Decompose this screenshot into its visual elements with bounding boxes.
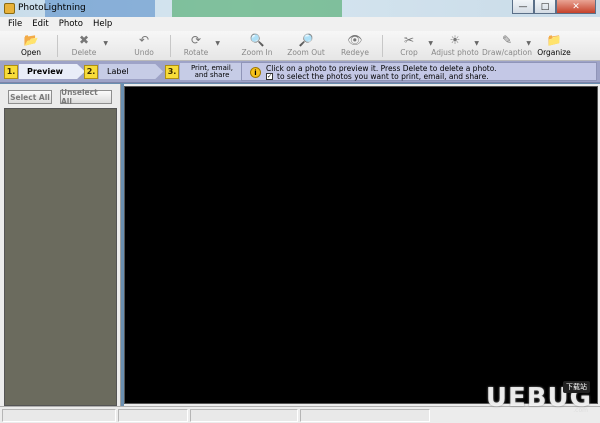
chevron-down-icon[interactable]: ▼ — [526, 40, 531, 47]
info-panel: i Click on a photo to preview it. Press … — [241, 62, 597, 81]
main-area — [124, 84, 600, 406]
step-preview[interactable]: 1. Preview — [4, 63, 85, 80]
rotate-button[interactable]: ⟳ Rotate ▼ — [174, 33, 220, 57]
zoom-in-button[interactable]: 🔍 Zoom In — [235, 33, 279, 57]
undo-icon: ↶ — [138, 33, 150, 47]
zoom-out-button[interactable]: 🔎 Zoom Out — [284, 33, 328, 57]
info-text-line2: ✓ to select the photos you want to print… — [266, 72, 489, 81]
undo-button[interactable]: ↶ Undo — [122, 33, 166, 57]
zoom-in-icon: 🔍 — [249, 33, 265, 47]
status-cell — [190, 409, 298, 422]
status-cell — [300, 409, 430, 422]
menu-file[interactable]: File — [3, 19, 27, 29]
adjust-photo-icon: ☀ — [449, 33, 461, 47]
redeye-icon: 👁 — [347, 33, 363, 47]
menu-photo[interactable]: Photo — [54, 19, 88, 29]
organize-icon: 📁 — [546, 33, 562, 47]
window-title: PhotoLightning — [18, 3, 86, 13]
background-banner — [172, 0, 342, 17]
rotate-icon: ⟳ — [190, 33, 202, 47]
chevron-down-icon[interactable]: ▼ — [103, 40, 108, 47]
thumbnail-panel: Select All Unselect All — [0, 84, 121, 406]
open-button[interactable]: 📂 Open — [9, 33, 53, 57]
select-all-button[interactable]: Select All — [8, 90, 52, 104]
minimize-button[interactable]: — — [512, 0, 534, 14]
menu-bar: File Edit Photo Help — [0, 17, 600, 31]
checkbox-icon: ✓ — [266, 73, 273, 80]
step-bar: 1. Preview 2. Label 3. Print, email, and… — [0, 61, 600, 83]
unselect-all-button[interactable]: Unselect All — [60, 88, 112, 106]
maximize-button[interactable]: □ — [534, 0, 556, 14]
redeye-button[interactable]: 👁 Redeye — [333, 33, 377, 57]
close-button[interactable]: ✕ — [556, 0, 596, 14]
chevron-down-icon[interactable]: ▼ — [474, 40, 479, 47]
info-icon: i — [250, 67, 261, 78]
step-label[interactable]: 2. Label — [84, 63, 163, 80]
delete-button[interactable]: ✖ Delete ▼ — [62, 33, 108, 57]
photo-preview[interactable] — [124, 86, 598, 404]
watermark-logo: UEBUG 下载站 .com — [485, 381, 592, 414]
crop-icon: ✂ — [403, 33, 415, 47]
title-bar: PhotoLightning — □ ✕ — [0, 0, 600, 17]
zoom-out-icon: 🔎 — [298, 33, 314, 47]
thumbnail-list[interactable] — [4, 108, 117, 406]
menu-edit[interactable]: Edit — [27, 19, 53, 29]
status-cell — [2, 409, 116, 422]
delete-x-icon: ✖ — [78, 33, 90, 47]
menu-help[interactable]: Help — [88, 19, 117, 29]
status-cell — [118, 409, 188, 422]
step-print-email-share[interactable]: 3. Print, email, and share — [165, 63, 250, 80]
draw-caption-icon: ✎ — [501, 33, 513, 47]
organize-button[interactable]: 📁 Organize — [532, 33, 576, 57]
adjust-photo-button[interactable]: ☀ Adjust photo ▼ — [431, 33, 479, 57]
chevron-down-icon[interactable]: ▼ — [215, 40, 220, 47]
crop-button[interactable]: ✂ Crop ▼ — [387, 33, 433, 57]
toolbar: 📂 Open ✖ Delete ▼ ↶ Undo ⟳ Rotate ▼ 🔍 Zo… — [0, 31, 600, 61]
app-icon — [4, 3, 15, 14]
open-folder-icon: 📂 — [23, 33, 39, 47]
draw-caption-button[interactable]: ✎ Draw/caption ▼ — [482, 33, 532, 57]
